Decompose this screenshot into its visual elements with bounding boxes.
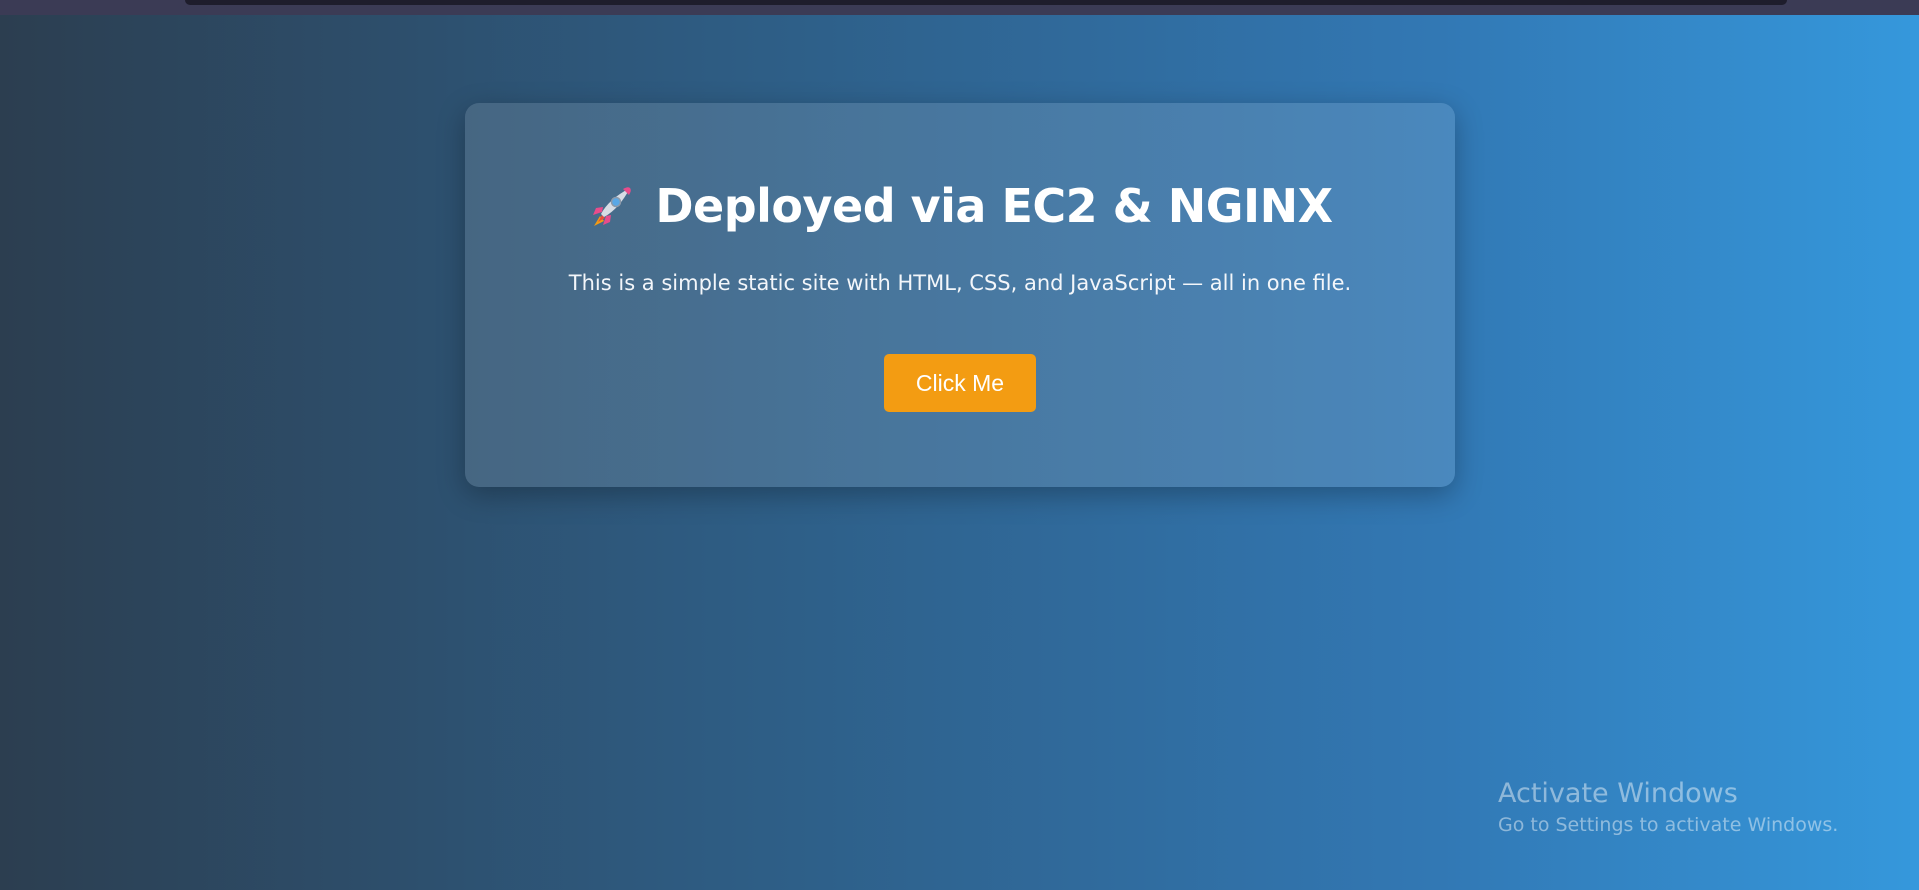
watermark-title: Activate Windows <box>1498 778 1738 809</box>
hero-card: Deployed via EC2 & NGINX This is a simpl… <box>465 103 1455 487</box>
click-me-button[interactable]: Click Me <box>884 354 1036 412</box>
rocket-icon <box>587 181 637 231</box>
page-heading-text: Deployed via EC2 & NGINX <box>655 179 1333 233</box>
page-subtitle: This is a simple static site with HTML, … <box>568 271 1352 295</box>
windows-activation-watermark: Activate Windows Go to Settings to activ… <box>1498 778 1838 836</box>
watermark-subtitle: Go to Settings to activate Windows. <box>1498 814 1839 837</box>
page-heading: Deployed via EC2 & NGINX <box>465 181 1455 231</box>
browser-toolbar-edge <box>185 0 1787 5</box>
browser-top-strip <box>0 0 1919 15</box>
